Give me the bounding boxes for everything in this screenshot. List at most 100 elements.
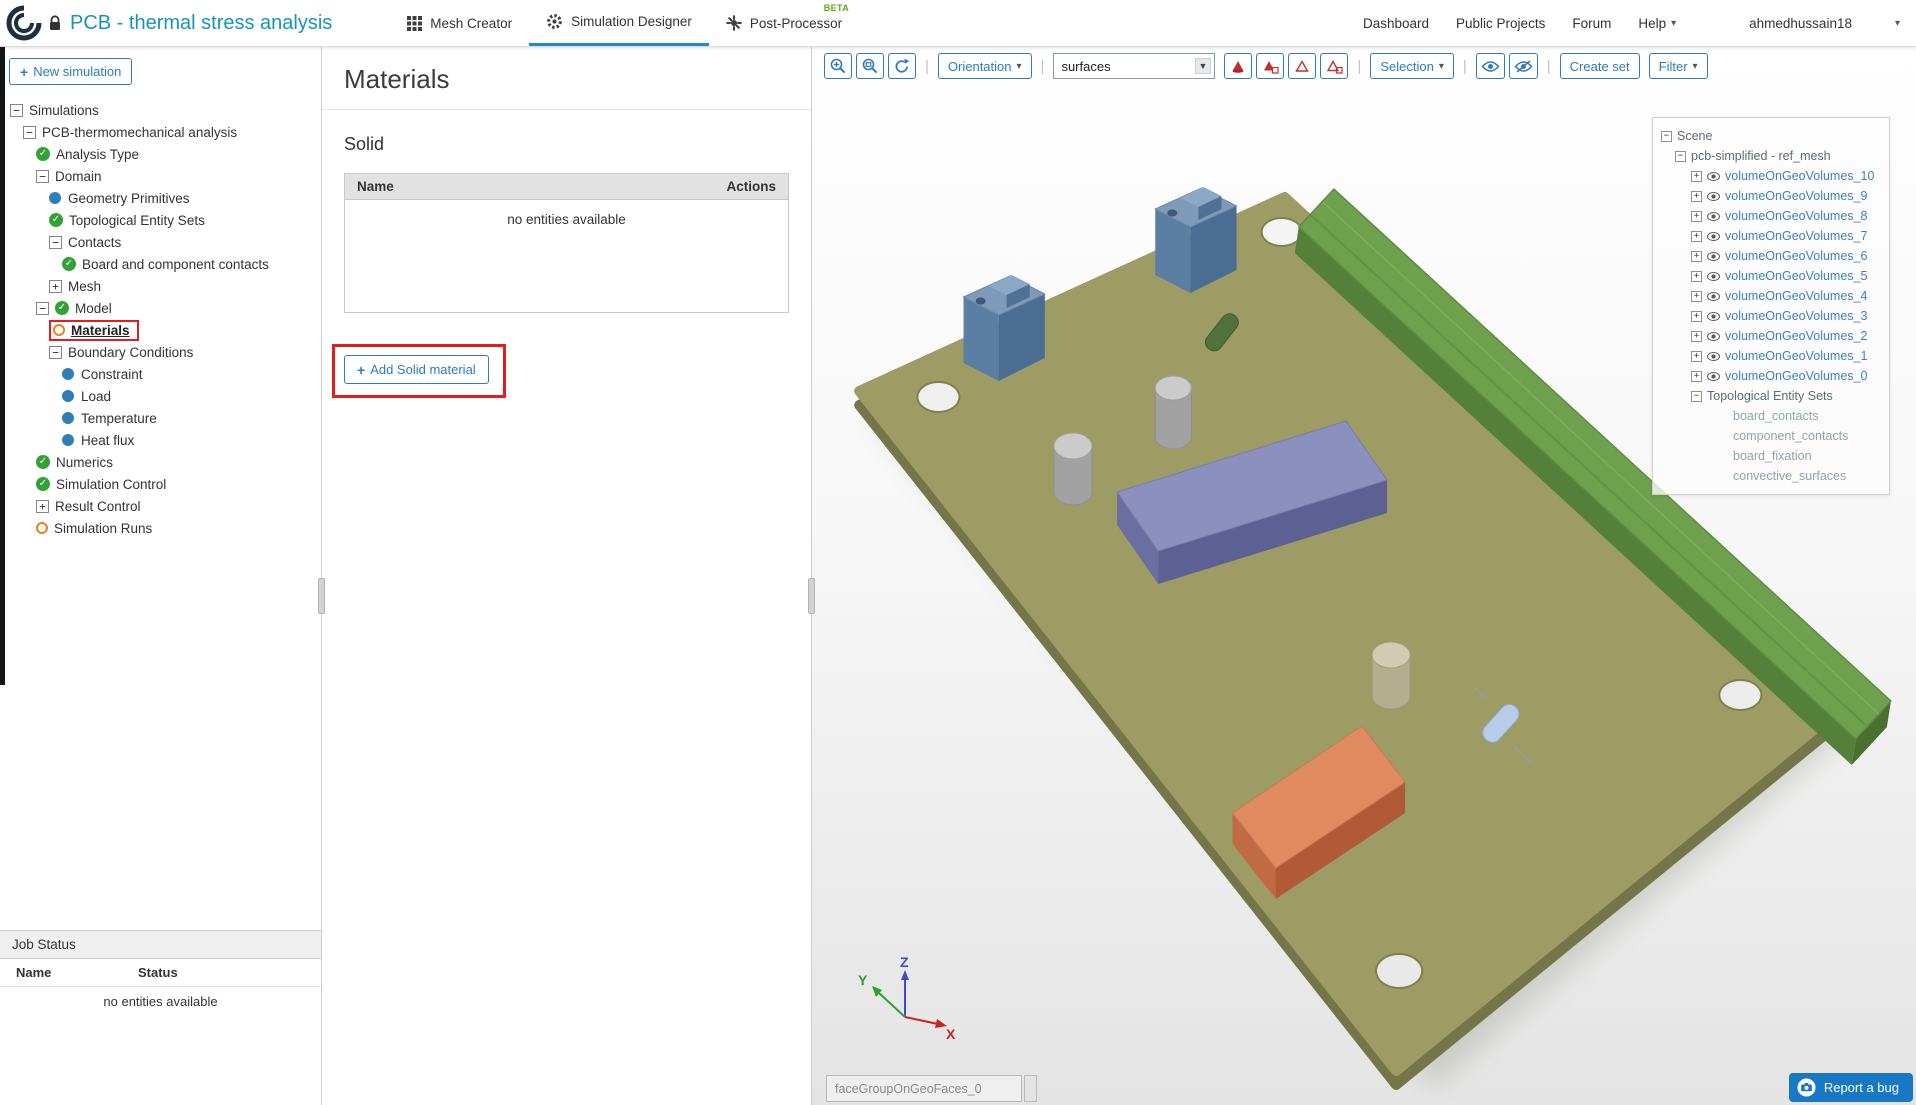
tree-item-mesh[interactable]: + Mesh bbox=[0, 275, 321, 297]
tab-simulation-designer[interactable]: Simulation Designer bbox=[529, 0, 709, 46]
tree-item-boundary-conditions[interactable]: − Boundary Conditions bbox=[0, 341, 321, 363]
volume-label[interactable]: volumeOnGeoVolumes_1 bbox=[1725, 346, 1867, 366]
capacitor-2-volume[interactable] bbox=[1154, 375, 1192, 450]
volume-item-volumeongeovolumes-7[interactable]: + volumeOnGeoVolumes_7 bbox=[1659, 226, 1883, 246]
visibility-eye-icon[interactable] bbox=[1707, 271, 1720, 281]
entity-set-item-board-contacts[interactable]: board_contacts bbox=[1659, 406, 1883, 426]
entity-set-item-component-contacts[interactable]: component_contacts bbox=[1659, 426, 1883, 446]
volume-label[interactable]: volumeOnGeoVolumes_0 bbox=[1725, 366, 1867, 386]
reset-view-button[interactable] bbox=[888, 53, 916, 79]
tree-item-topological-entity-sets[interactable]: ✓ Topological Entity Sets bbox=[0, 209, 321, 231]
collapse-icon[interactable]: − bbox=[10, 103, 23, 117]
visibility-eye-icon[interactable] bbox=[1707, 231, 1720, 241]
input-resize-grip[interactable] bbox=[1024, 1075, 1037, 1102]
add-solid-material-button[interactable]: + Add Solid material bbox=[344, 355, 489, 384]
expand-icon[interactable]: + bbox=[1691, 210, 1702, 222]
volume-label[interactable]: volumeOnGeoVolumes_3 bbox=[1725, 306, 1867, 326]
expand-icon[interactable]: + bbox=[36, 499, 49, 513]
tree-item-contacts[interactable]: − Contacts bbox=[0, 231, 321, 253]
volume-item-volumeongeovolumes-10[interactable]: + volumeOnGeoVolumes_10 bbox=[1659, 166, 1883, 186]
tree-item-materials[interactable]: Materials bbox=[0, 319, 321, 341]
volume-label[interactable]: volumeOnGeoVolumes_10 bbox=[1725, 166, 1874, 186]
volume-item-volumeongeovolumes-9[interactable]: + volumeOnGeoVolumes_9 bbox=[1659, 186, 1883, 206]
expand-icon[interactable]: + bbox=[1691, 270, 1702, 282]
collapse-icon[interactable]: − bbox=[1661, 130, 1672, 142]
collapse-icon[interactable]: − bbox=[49, 345, 62, 359]
entity-set-label[interactable]: board_fixation bbox=[1733, 446, 1812, 466]
pick-volumes-button[interactable] bbox=[1224, 53, 1253, 79]
visibility-eye-icon[interactable] bbox=[1707, 291, 1720, 301]
tab-post-processor[interactable]: Post-Processor BETA bbox=[709, 0, 859, 46]
nav-link-help[interactable]: Help ▾ bbox=[1638, 16, 1676, 31]
tree-item-temperature[interactable]: Temperature bbox=[0, 407, 321, 429]
visibility-eye-icon[interactable] bbox=[1707, 371, 1720, 381]
create-set-button[interactable]: Create set bbox=[1559, 53, 1640, 79]
mesh-item[interactable]: − pcb-simplified - ref_mesh bbox=[1659, 146, 1883, 166]
tree-item-pcb-thermomechanical-analysis[interactable]: − PCB-thermomechanical analysis bbox=[0, 121, 321, 143]
volume-label[interactable]: volumeOnGeoVolumes_7 bbox=[1725, 226, 1867, 246]
expand-icon[interactable]: + bbox=[49, 279, 62, 293]
capacitor-3-volume[interactable] bbox=[1371, 641, 1411, 710]
collapse-icon[interactable]: − bbox=[36, 169, 49, 183]
entity-set-label[interactable]: board_contacts bbox=[1733, 406, 1818, 426]
expand-icon[interactable]: + bbox=[1691, 330, 1702, 342]
hide-others-button[interactable] bbox=[1508, 53, 1538, 79]
visibility-eye-icon[interactable] bbox=[1707, 351, 1720, 361]
entity-set-label[interactable]: component_contacts bbox=[1733, 426, 1848, 446]
materials-resize-handle[interactable] bbox=[808, 578, 815, 614]
volume-label[interactable]: volumeOnGeoVolumes_8 bbox=[1725, 206, 1867, 226]
tree-item-result-control[interactable]: + Result Control bbox=[0, 495, 321, 517]
volume-item-volumeongeovolumes-0[interactable]: + volumeOnGeoVolumes_0 bbox=[1659, 366, 1883, 386]
new-simulation-button[interactable]: + New simulation bbox=[9, 58, 133, 85]
volume-label[interactable]: volumeOnGeoVolumes_5 bbox=[1725, 266, 1867, 286]
volume-item-volumeongeovolumes-2[interactable]: + volumeOnGeoVolumes_2 bbox=[1659, 326, 1883, 346]
nav-link-forum[interactable]: Forum bbox=[1572, 16, 1611, 31]
nav-link-public-projects[interactable]: Public Projects bbox=[1456, 16, 1545, 31]
expand-icon[interactable]: + bbox=[1691, 350, 1702, 362]
show-all-button[interactable] bbox=[1475, 53, 1505, 79]
tree-item-load[interactable]: Load bbox=[0, 385, 321, 407]
volume-label[interactable]: volumeOnGeoVolumes_6 bbox=[1725, 246, 1867, 266]
tree-item-model[interactable]: − ✓ Model bbox=[0, 297, 321, 319]
face-group-input[interactable] bbox=[826, 1075, 1022, 1102]
collapse-icon[interactable]: − bbox=[49, 235, 62, 249]
expand-icon[interactable]: + bbox=[1691, 190, 1702, 202]
tree-item-board-and-component-contacts[interactable]: ✓ Board and component contacts bbox=[0, 253, 321, 275]
tree-item-domain[interactable]: − Domain bbox=[0, 165, 321, 187]
entity-sets-item[interactable]: − Topological Entity Sets bbox=[1659, 386, 1883, 406]
tab-mesh-creator[interactable]: Mesh Creator bbox=[390, 0, 529, 46]
user-menu[interactable]: ahmedhussain18 bbox=[1749, 16, 1852, 31]
tree-item-geometry-primitives[interactable]: Geometry Primitives bbox=[0, 187, 321, 209]
pick-faces-button[interactable] bbox=[1256, 53, 1285, 79]
volume-label[interactable]: volumeOnGeoVolumes_2 bbox=[1725, 326, 1867, 346]
simscale-logo[interactable] bbox=[0, 0, 48, 47]
selection-dropdown[interactable]: Selection ▾ bbox=[1370, 53, 1454, 79]
expand-icon[interactable]: + bbox=[1691, 370, 1702, 382]
visibility-eye-icon[interactable] bbox=[1707, 251, 1720, 261]
expand-icon[interactable]: + bbox=[1691, 230, 1702, 242]
collapse-icon[interactable]: − bbox=[1675, 150, 1686, 162]
orientation-dropdown[interactable]: Orientation ▾ bbox=[937, 53, 1032, 79]
hide-selection-button[interactable] bbox=[1288, 53, 1317, 79]
volume-item-volumeongeovolumes-8[interactable]: + volumeOnGeoVolumes_8 bbox=[1659, 206, 1883, 226]
visibility-eye-icon[interactable] bbox=[1707, 311, 1720, 321]
tree-item-simulation-control[interactable]: ✓ Simulation Control bbox=[0, 473, 321, 495]
zoom-window-button[interactable] bbox=[856, 53, 884, 79]
viewport-3d[interactable]: | Orientation ▾ | surfaces ▼ | Selection… bbox=[812, 47, 1916, 1105]
expand-icon[interactable]: + bbox=[1691, 310, 1702, 322]
expand-icon[interactable]: + bbox=[1691, 290, 1702, 302]
render-mode-select[interactable]: surfaces ▼ bbox=[1053, 53, 1216, 79]
capacitor-1-volume[interactable] bbox=[1053, 432, 1093, 506]
collapse-icon[interactable]: − bbox=[36, 301, 49, 315]
sidebar-resize-handle[interactable] bbox=[318, 578, 325, 614]
visibility-eye-icon[interactable] bbox=[1707, 211, 1720, 221]
volume-item-volumeongeovolumes-1[interactable]: + volumeOnGeoVolumes_1 bbox=[1659, 346, 1883, 366]
collapse-icon[interactable]: − bbox=[1691, 390, 1702, 402]
tree-item-heat-flux[interactable]: Heat flux bbox=[0, 429, 321, 451]
volume-item-volumeongeovolumes-3[interactable]: + volumeOnGeoVolumes_3 bbox=[1659, 306, 1883, 326]
tree-item-constraint[interactable]: Constraint bbox=[0, 363, 321, 385]
visibility-eye-icon[interactable] bbox=[1707, 191, 1720, 201]
entity-set-label[interactable]: convective_surfaces bbox=[1733, 466, 1846, 486]
show-selection-button[interactable] bbox=[1320, 53, 1349, 79]
volume-item-volumeongeovolumes-6[interactable]: + volumeOnGeoVolumes_6 bbox=[1659, 246, 1883, 266]
